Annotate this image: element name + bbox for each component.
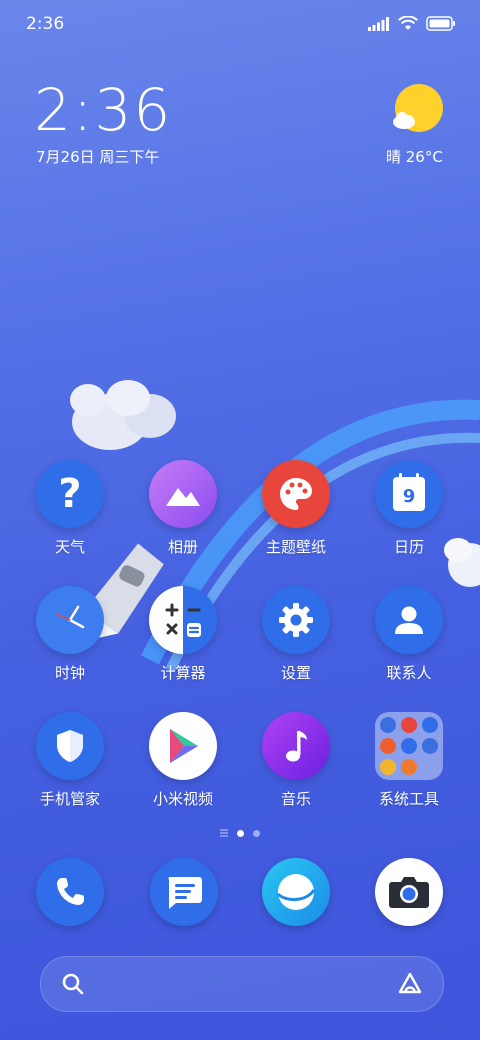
calendar-day: 9 [402,485,416,507]
weather-question-icon: ? [36,460,104,528]
folder-icon [375,712,443,780]
cloud-decoration [70,380,176,450]
weather-widget-text[interactable]: 晴 26°C [386,146,443,167]
dock-browser-button[interactable] [262,858,330,926]
assistant-icon[interactable] [397,971,423,995]
app-label: 设置 [280,664,311,682]
mini-app-icon [401,759,417,775]
clock-widget-date: 7月26日 周三下午 [36,148,160,166]
app-label: 联系人 [386,664,432,682]
calendar-icon: 9 [375,460,443,528]
app-label: 系统工具 [378,790,439,808]
app-clock[interactable]: 时钟 [15,586,125,683]
page-dot-active[interactable] [237,829,244,837]
app-label: 小米视频 [152,790,213,808]
shield-icon [36,712,104,780]
app-security[interactable]: 手机管家 [15,712,125,809]
app-music[interactable]: 音乐 [241,712,351,809]
phone-icon [57,878,84,905]
app-label: 计算器 [160,664,206,682]
app-label: 天气 [54,538,85,556]
page-dot[interactable] [253,829,260,837]
app-folder-system-tools[interactable]: 系统工具 [354,712,464,809]
app-contacts[interactable]: 联系人 [354,586,464,683]
contact-person-icon [375,586,443,654]
mini-app-icon [422,717,438,733]
camera-icon [389,877,429,908]
signal-icon [368,16,389,31]
mini-app-icon [422,738,438,754]
menu-lines-icon [220,829,228,837]
mini-app-icon [380,738,396,754]
clock-widget-time[interactable]: 2:36 [34,76,172,144]
music-note-icon [262,712,330,780]
mini-app-icon [401,717,417,733]
app-label: 日历 [393,538,424,556]
app-label: 时钟 [54,664,85,682]
calculator-icon [149,586,217,654]
gallery-icon [149,460,217,528]
dock-camera-button[interactable] [375,858,443,926]
app-label: 手机管家 [39,790,100,808]
dock-messages-button[interactable] [150,858,218,926]
status-time: 2:36 [26,14,65,34]
app-calculator[interactable]: 计算器 [128,586,238,683]
play-icon [149,712,217,780]
clock-icon [36,586,104,654]
app-label: 音乐 [280,790,311,808]
app-label: 主题壁纸 [265,538,326,556]
palette-icon [262,460,330,528]
app-weather[interactable]: ? 天气 [15,460,125,557]
mini-app-icon [380,717,396,733]
app-video[interactable]: 小米视频 [128,712,238,809]
messages-icon [168,877,202,909]
app-settings[interactable]: 设置 [241,586,351,683]
gear-icon [262,586,330,654]
search-bar[interactable] [40,956,444,1012]
app-themes[interactable]: 主题壁纸 [241,460,351,557]
app-label: 相册 [167,538,198,556]
app-gallery[interactable]: 相册 [128,460,238,557]
wifi-icon [398,16,418,30]
dock-phone-button[interactable] [36,858,104,926]
browser-icon [276,874,316,910]
search-icon [62,973,84,995]
status-icons [368,16,456,31]
mini-app-icon [401,738,417,754]
page-indicator[interactable] [0,829,480,837]
sunny-weather-icon[interactable] [390,84,446,136]
mini-app-icon [380,759,396,775]
battery-icon [426,16,455,31]
app-calendar[interactable]: 9 日历 [354,460,464,557]
